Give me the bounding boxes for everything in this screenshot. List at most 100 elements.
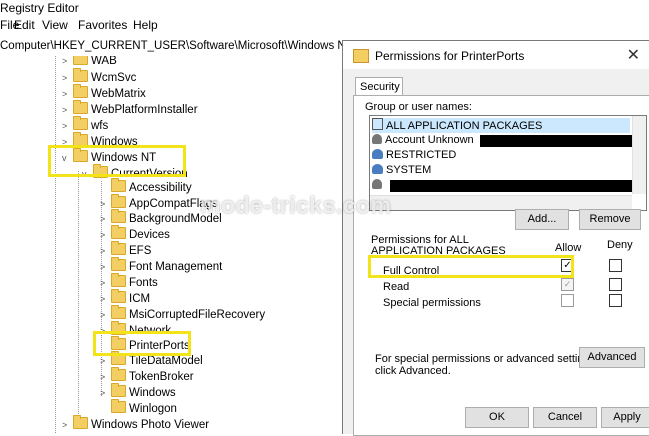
folder-icon — [111, 273, 126, 287]
user-list[interactable]: ALL APPLICATION PACKAGES Account Unknown… — [369, 115, 647, 211]
tree-node-webplatforminstaller[interactable]: > WebPlatformInstaller — [62, 100, 198, 117]
tree-node-windows-photo-viewer[interactable]: > Windows Photo Viewer — [62, 415, 209, 432]
registry-tree[interactable]: > WAB > WcmSvc > WebMatrix > WebPlatformInst… — [0, 56, 342, 433]
list-item-account-unknown[interactable]: Account Unknown — [372, 134, 474, 149]
chevron-right-icon[interactable]: > — [100, 246, 108, 256]
tree-node-devices[interactable]: > Devices — [100, 225, 170, 242]
chevron-right-icon[interactable]: > — [100, 262, 108, 272]
tree-node-msicorruptedfilerecovery[interactable]: > MsiCorruptedFileRecovery — [100, 305, 265, 322]
tree-node-windows-sub[interactable]: > Windows — [100, 383, 176, 400]
menu-bar: File Edit View Favorites Help — [0, 16, 649, 34]
folder-icon — [73, 56, 88, 65]
user-icon — [372, 134, 382, 144]
chevron-right-icon[interactable]: > — [100, 372, 108, 382]
allow-special-checkbox[interactable] — [561, 294, 574, 307]
chevron-right-icon[interactable]: > — [100, 356, 108, 366]
tree-node-wcmsvc[interactable]: > WcmSvc — [62, 68, 136, 85]
tree-node-icm[interactable]: > ICM — [100, 289, 150, 306]
chevron-right-icon[interactable]: > — [100, 230, 108, 240]
horizontal-scrollbar[interactable] — [370, 195, 632, 210]
chevron-right-icon[interactable]: > — [62, 73, 70, 83]
allow-header: Allow — [555, 242, 582, 254]
tab-security[interactable]: Security — [355, 77, 403, 96]
folder-icon — [111, 383, 126, 397]
folder-icon — [111, 257, 126, 271]
dialog-title: Permissions for PrinterPorts — [375, 49, 525, 63]
tree-node-wab[interactable]: > WAB — [62, 56, 117, 68]
chevron-right-icon[interactable]: > — [62, 121, 70, 131]
advanced-hint-1: For special permissions or advanced sett… — [375, 353, 599, 365]
folder-icon — [73, 84, 88, 98]
menu-help[interactable]: Help — [133, 18, 158, 32]
list-item-restricted[interactable]: RESTRICTED — [372, 149, 456, 164]
menu-edit[interactable]: Edit — [14, 18, 35, 32]
menu-view[interactable]: View — [42, 18, 68, 32]
deny-full-control-checkbox[interactable] — [609, 259, 622, 272]
folder-icon — [73, 415, 88, 429]
folder-icon — [353, 49, 369, 63]
redaction-bar — [480, 135, 632, 147]
chevron-right-icon[interactable]: > — [62, 420, 70, 430]
package-icon — [372, 118, 383, 130]
chevron-right-icon[interactable]: > — [62, 89, 70, 99]
chevron-right-icon[interactable]: > — [100, 199, 108, 209]
list-item-system[interactable]: SYSTEM — [372, 164, 431, 179]
highlight-box-full-control — [368, 255, 574, 278]
vertical-scrollbar[interactable] — [632, 116, 646, 194]
user-group-icon — [372, 164, 383, 174]
menu-favorites[interactable]: Favorites — [78, 18, 127, 32]
folder-icon — [111, 209, 126, 223]
tree-node-tokenbroker[interactable]: > TokenBroker — [100, 367, 194, 384]
folder-icon — [73, 100, 88, 114]
chevron-right-icon[interactable]: > — [100, 310, 108, 320]
chevron-right-icon[interactable]: > — [62, 105, 70, 115]
add-button[interactable]: Add... — [515, 209, 569, 230]
window-title: Registry Editor — [0, 1, 79, 15]
folder-icon — [111, 289, 126, 303]
advanced-hint-2: click Advanced. — [375, 365, 451, 377]
perm-read: Read — [383, 281, 410, 293]
tree-guide-line — [78, 171, 79, 416]
chevron-right-icon[interactable]: > — [100, 278, 108, 288]
group-names-label: Group or user names: — [365, 101, 472, 113]
tree-node-webmatrix[interactable]: > WebMatrix — [62, 84, 146, 101]
chevron-right-icon[interactable]: > — [100, 214, 108, 224]
deny-read-checkbox[interactable] — [609, 278, 622, 291]
tree-node-fonts[interactable]: > Fonts — [100, 273, 158, 290]
cancel-button[interactable]: Cancel — [533, 407, 597, 428]
dialog-title-bar: Permissions for PrinterPorts ✕ — [343, 41, 649, 69]
tree-node-font-management[interactable]: > Font Management — [100, 257, 222, 274]
folder-icon — [111, 305, 126, 319]
list-item-all-application-packages[interactable]: ALL APPLICATION PACKAGES — [372, 118, 630, 133]
watermark: mode-tricks.com — [200, 192, 392, 218]
chevron-right-icon[interactable]: > — [100, 388, 108, 398]
folder-icon — [111, 178, 126, 192]
title-bar: Registry Editor — [0, 0, 649, 16]
tree-guide-line — [55, 56, 56, 433]
tree-node-efs[interactable]: > EFS — [100, 241, 151, 258]
user-group-icon — [372, 149, 383, 159]
allow-read-checkbox[interactable]: ✓ — [561, 278, 574, 291]
folder-icon — [73, 68, 88, 82]
apply-button[interactable]: Apply — [601, 407, 649, 428]
remove-button[interactable]: Remove — [579, 209, 641, 230]
folder-icon — [111, 367, 126, 381]
chevron-right-icon[interactable]: > — [62, 56, 70, 66]
ok-button[interactable]: OK — [465, 407, 529, 428]
highlight-box-windows-nt — [48, 145, 186, 177]
tree-node-winlogon[interactable]: Winlogon — [108, 399, 177, 416]
redaction-bar — [390, 180, 632, 192]
chevron-right-icon[interactable]: > — [100, 294, 108, 304]
deny-header: Deny — [607, 239, 633, 251]
perm-special: Special permissions — [383, 297, 481, 309]
folder-icon — [111, 241, 126, 255]
advanced-button[interactable]: Advanced — [579, 347, 645, 368]
user-icon — [372, 179, 382, 189]
deny-special-checkbox[interactable] — [609, 294, 622, 307]
tree-node-accessibility[interactable]: Accessibility — [108, 178, 192, 195]
tree-node-wfs[interactable]: > wfs — [62, 116, 108, 133]
folder-icon — [111, 194, 126, 208]
folder-icon — [111, 399, 126, 413]
close-icon[interactable]: ✕ — [627, 45, 640, 65]
folder-icon — [111, 225, 126, 239]
